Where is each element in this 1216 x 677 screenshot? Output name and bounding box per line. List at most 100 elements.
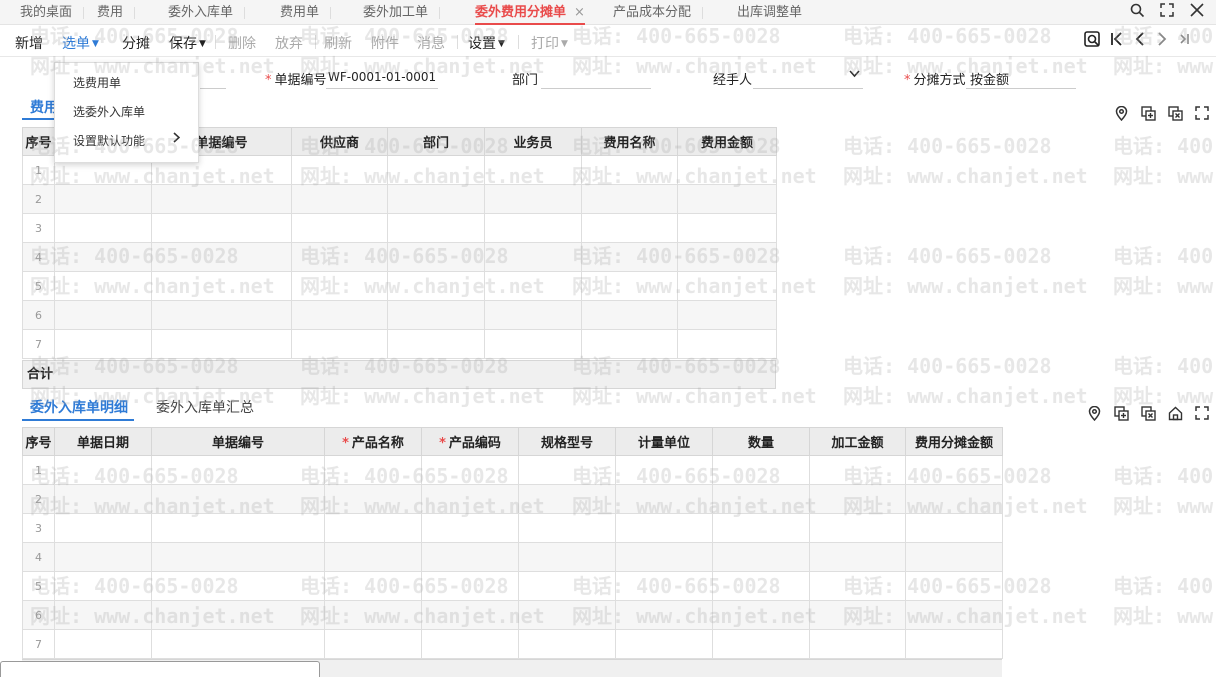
settings-button[interactable]: 设置 ▼ bbox=[468, 33, 505, 53]
cell[interactable] bbox=[581, 271, 678, 301]
copy-row-icon[interactable] bbox=[1114, 406, 1129, 425]
cell[interactable] bbox=[54, 484, 152, 514]
cell[interactable] bbox=[54, 271, 152, 301]
cell[interactable] bbox=[712, 542, 810, 572]
cell[interactable] bbox=[615, 513, 713, 543]
cell[interactable] bbox=[421, 455, 519, 485]
home-icon[interactable] bbox=[1168, 406, 1183, 425]
cell[interactable] bbox=[54, 455, 152, 485]
cell[interactable] bbox=[291, 242, 388, 272]
cell[interactable] bbox=[151, 242, 292, 272]
cell[interactable] bbox=[518, 600, 616, 630]
cell[interactable] bbox=[324, 455, 422, 485]
save-button[interactable]: 保存 ▼ bbox=[169, 33, 206, 53]
cell[interactable] bbox=[809, 542, 906, 572]
cell[interactable] bbox=[324, 571, 422, 601]
cell[interactable] bbox=[291, 300, 388, 330]
cell[interactable] bbox=[151, 600, 325, 630]
allocate-button[interactable]: 分摊 bbox=[122, 33, 150, 53]
tab-expense-doc[interactable]: 费用单 bbox=[280, 0, 332, 25]
cell[interactable] bbox=[54, 184, 152, 214]
cell[interactable] bbox=[387, 213, 485, 243]
cell[interactable] bbox=[677, 271, 777, 301]
cell[interactable] bbox=[484, 300, 582, 330]
cell[interactable] bbox=[324, 484, 422, 514]
cell[interactable] bbox=[712, 455, 810, 485]
doc-no-field[interactable]: WF-0001-01-0001 bbox=[328, 70, 436, 84]
locate-doc-icon[interactable] bbox=[1084, 31, 1101, 53]
cell[interactable] bbox=[615, 600, 713, 630]
cell[interactable] bbox=[905, 513, 1003, 543]
cell[interactable] bbox=[905, 600, 1003, 630]
cell[interactable] bbox=[387, 329, 485, 359]
dept-field[interactable] bbox=[541, 88, 651, 89]
cell[interactable] bbox=[421, 484, 519, 514]
cell[interactable] bbox=[712, 571, 810, 601]
cell[interactable] bbox=[484, 155, 582, 185]
cell[interactable] bbox=[291, 271, 388, 301]
cell[interactable] bbox=[54, 600, 152, 630]
tab-outsourced-inbound[interactable]: 委外入库单 bbox=[168, 0, 246, 25]
cell[interactable] bbox=[484, 242, 582, 272]
cell[interactable] bbox=[615, 484, 713, 514]
cell[interactable] bbox=[712, 484, 810, 514]
cell[interactable] bbox=[54, 329, 152, 359]
cell[interactable] bbox=[484, 271, 582, 301]
cell[interactable] bbox=[905, 455, 1003, 485]
cell[interactable] bbox=[712, 600, 810, 630]
table-row[interactable]: 3 bbox=[22, 513, 1003, 543]
table-row[interactable]: 4 bbox=[22, 242, 777, 272]
cell[interactable] bbox=[54, 513, 152, 543]
table-row[interactable]: 2 bbox=[22, 484, 1003, 514]
table-row[interactable]: 2 bbox=[22, 184, 777, 214]
copy-row-icon[interactable] bbox=[1141, 106, 1156, 125]
cell[interactable] bbox=[905, 542, 1003, 572]
cell[interactable] bbox=[291, 155, 388, 185]
cell[interactable] bbox=[581, 242, 678, 272]
cell[interactable] bbox=[581, 213, 678, 243]
cell[interactable] bbox=[809, 513, 906, 543]
cell[interactable] bbox=[151, 484, 325, 514]
cell[interactable] bbox=[484, 329, 582, 359]
message-button[interactable]: 消息 bbox=[417, 33, 445, 53]
cell[interactable] bbox=[324, 513, 422, 543]
cell[interactable] bbox=[421, 629, 519, 659]
table-row[interactable]: 3 bbox=[22, 213, 777, 243]
tab-inbound-summary[interactable]: 委外入库单汇总 bbox=[156, 397, 254, 417]
expand-icon[interactable] bbox=[1195, 106, 1209, 124]
cell[interactable] bbox=[151, 571, 325, 601]
cell[interactable] bbox=[421, 542, 519, 572]
tab-outbound-adjust[interactable]: 出库调整单 bbox=[737, 0, 802, 25]
cell[interactable] bbox=[905, 571, 1003, 601]
delete-row-icon[interactable] bbox=[1168, 106, 1183, 125]
cell[interactable] bbox=[151, 300, 292, 330]
cell[interactable] bbox=[151, 513, 325, 543]
cell[interactable] bbox=[421, 571, 519, 601]
refresh-button[interactable]: 刷新 bbox=[324, 33, 352, 53]
cell[interactable] bbox=[324, 542, 422, 572]
tab-outsourced-expense-allocation[interactable]: 委外费用分摊单 × bbox=[475, 0, 585, 25]
cell[interactable] bbox=[421, 513, 519, 543]
cell[interactable] bbox=[291, 213, 388, 243]
fullscreen-icon[interactable] bbox=[1160, 3, 1174, 21]
cell[interactable] bbox=[677, 329, 777, 359]
cell[interactable] bbox=[581, 184, 678, 214]
cell[interactable] bbox=[151, 271, 292, 301]
cell[interactable] bbox=[518, 542, 616, 572]
chevron-down-icon[interactable] bbox=[849, 68, 860, 81]
cell[interactable] bbox=[387, 242, 485, 272]
table-row[interactable]: 6 bbox=[22, 300, 777, 330]
cell[interactable] bbox=[809, 455, 906, 485]
cell[interactable] bbox=[677, 213, 777, 243]
cell[interactable] bbox=[581, 155, 678, 185]
table-row[interactable]: 7 bbox=[22, 629, 1003, 659]
cell[interactable] bbox=[518, 513, 616, 543]
cell[interactable] bbox=[151, 629, 325, 659]
cell[interactable] bbox=[484, 213, 582, 243]
table-row[interactable]: 4 bbox=[22, 542, 1003, 572]
cell[interactable] bbox=[54, 213, 152, 243]
cell[interactable] bbox=[387, 184, 485, 214]
cell[interactable] bbox=[54, 242, 152, 272]
cell[interactable] bbox=[54, 300, 152, 330]
tab-inbound-detail[interactable]: 委外入库单明细 bbox=[30, 397, 128, 417]
